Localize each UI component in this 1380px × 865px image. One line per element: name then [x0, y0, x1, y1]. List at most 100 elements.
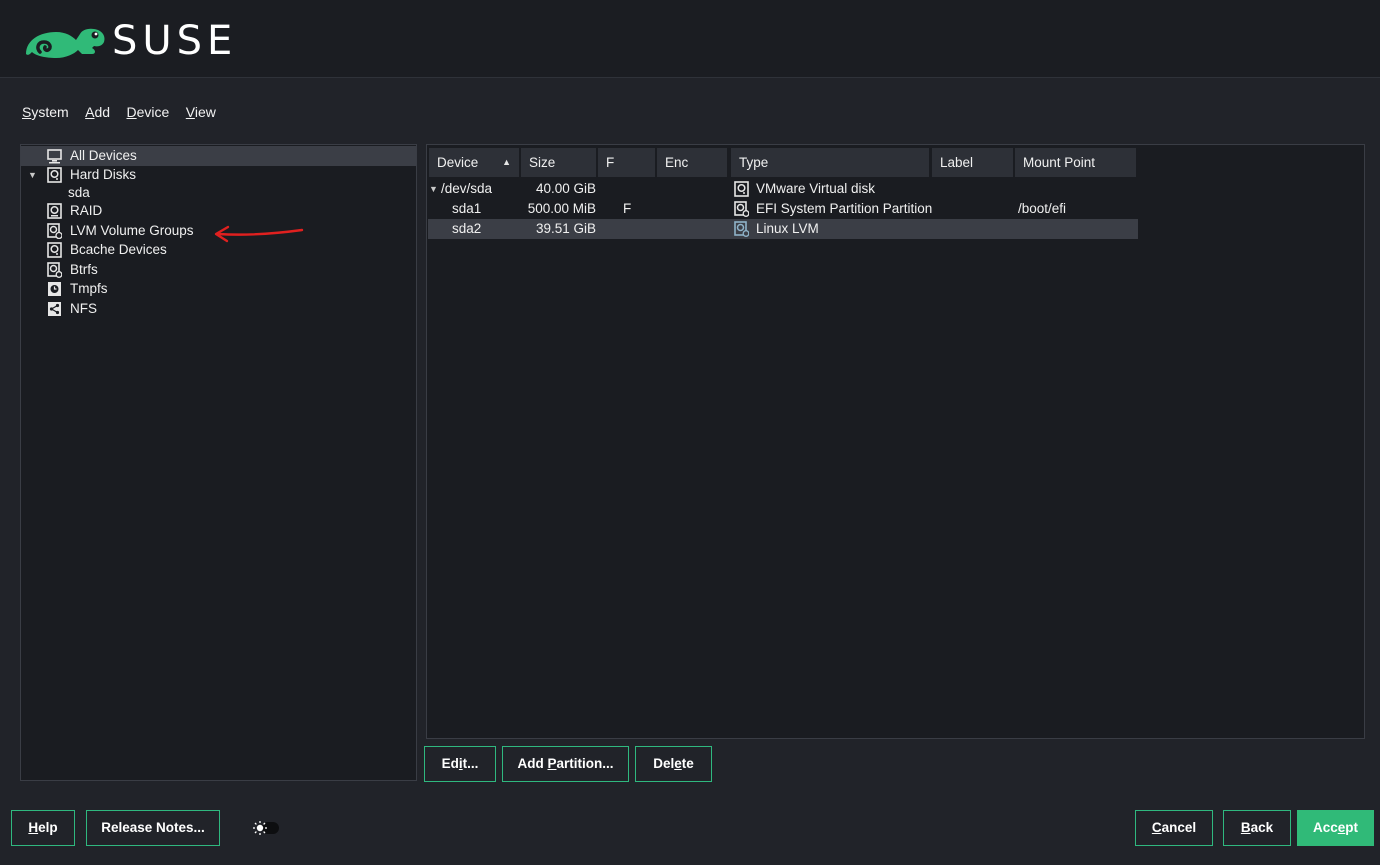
menu-system[interactable]: System	[22, 104, 69, 120]
column-header-label: Type	[739, 155, 769, 170]
add-partition-label-b: artition...	[556, 756, 614, 771]
table-row[interactable]: ▼ /dev/sda 40.00 GiB VMware Virtual disk	[428, 179, 1138, 199]
tree-item-raid[interactable]: RAID	[21, 201, 416, 221]
release-notes-label: Release Notes...	[101, 820, 205, 835]
column-header-enc[interactable]: Enc	[657, 148, 727, 177]
column-header-label: Mount Point	[1023, 155, 1096, 170]
menu-system-mnemonic: S	[22, 104, 32, 120]
add-partition-label-a: Add	[517, 756, 548, 771]
cell-device: sda2	[452, 221, 482, 236]
cell-device: /dev/sda	[441, 181, 493, 196]
disk-icon	[47, 242, 62, 258]
cell-type: VMware Virtual disk	[756, 181, 876, 196]
accept-label-b: pt	[1345, 820, 1359, 835]
device-table[interactable]: Device ▲ Size F Enc Type Label Mount Poi…	[426, 144, 1365, 739]
column-header-label: Size	[529, 155, 556, 170]
cell-mount-point: /boot/efi	[1018, 201, 1067, 216]
delete-button[interactable]: Delete	[635, 746, 712, 782]
disk-icon	[734, 181, 749, 197]
edit-button[interactable]: Edit...	[424, 746, 496, 782]
tree-item-hard-disks[interactable]: ▼ Hard Disks	[21, 165, 416, 185]
btrfs-icon	[47, 262, 62, 278]
tree-item-sda[interactable]: sda	[21, 183, 416, 203]
table-row-selected[interactable]: sda2 39.51 GiB Linux LVM	[428, 219, 1138, 239]
delete-mnemonic: e	[674, 756, 682, 771]
edit-label-a: Ed	[441, 756, 459, 771]
menu-add[interactable]: Add	[85, 104, 110, 120]
menu-view[interactable]: View	[186, 104, 216, 120]
sun-toggle-icon[interactable]	[250, 819, 280, 837]
menu-bar: System Add Device View	[22, 104, 228, 124]
tree-item-label: NFS	[70, 301, 97, 316]
raid-icon	[47, 203, 62, 219]
help-button[interactable]: Help	[11, 810, 75, 846]
column-header-label-text: Label	[940, 155, 974, 170]
cell-type: EFI System Partition Partition	[756, 201, 933, 216]
menu-add-rest: dd	[94, 104, 111, 120]
cell-size: 39.51 GiB	[535, 221, 596, 236]
menu-view-rest: iew	[194, 104, 216, 120]
tree-item-label: RAID	[70, 203, 103, 218]
back-mnemonic: B	[1240, 820, 1251, 835]
cancel-button[interactable]: Cancel	[1135, 810, 1213, 846]
monitor-icon	[47, 149, 62, 164]
delete-label-b: te	[681, 756, 694, 771]
back-label: ack	[1250, 820, 1274, 835]
accept-label-a: Acc	[1312, 820, 1338, 835]
release-notes-button[interactable]: Release Notes...	[86, 810, 220, 846]
expand-arrow-icon[interactable]: ▼	[28, 165, 37, 185]
menu-device[interactable]: Device	[127, 104, 170, 120]
cell-device: sda1	[452, 201, 482, 216]
chameleon-logo-icon	[26, 28, 105, 58]
menu-device-rest: evice	[136, 104, 170, 120]
cell-f: F	[623, 201, 632, 216]
tree-item-label: Hard Disks	[70, 167, 137, 182]
tree-item-tmpfs[interactable]: Tmpfs	[21, 279, 416, 299]
cell-type: Linux LVM	[756, 221, 819, 236]
tmpfs-icon	[48, 282, 61, 296]
add-partition-button[interactable]: Add Partition...	[502, 746, 629, 782]
tree-item-label: Bcache Devices	[70, 242, 167, 257]
tree-item-label: Tmpfs	[70, 281, 108, 296]
delete-label-a: Del	[653, 756, 675, 771]
tree-item-label: Btrfs	[70, 262, 98, 277]
accept-button[interactable]: Accept	[1297, 810, 1374, 846]
help-label: elp	[38, 820, 58, 835]
help-mnemonic: H	[28, 820, 39, 835]
column-header-type[interactable]: Type	[731, 148, 929, 177]
tree-item-all-devices[interactable]: All Devices	[21, 146, 416, 166]
cancel-label: ancel	[1161, 820, 1197, 835]
brand-name: SUSE	[112, 18, 238, 64]
disk-icon	[47, 167, 62, 183]
column-header-label: Enc	[665, 155, 689, 170]
column-header-mount-point[interactable]: Mount Point	[1015, 148, 1136, 177]
column-header-label[interactable]: Label	[932, 148, 1013, 177]
column-header-label: F	[606, 155, 615, 170]
column-header-device[interactable]: Device ▲	[429, 148, 519, 177]
header-bar: SUSE	[0, 0, 1380, 78]
column-header-f[interactable]: F	[598, 148, 655, 177]
edit-label-b: t...	[462, 756, 479, 771]
cell-size: 40.00 GiB	[535, 181, 596, 196]
back-button[interactable]: Back	[1223, 810, 1291, 846]
menu-device-mnemonic: D	[126, 104, 137, 120]
tree-item-nfs[interactable]: NFS	[21, 299, 416, 319]
sort-ascending-icon: ▲	[502, 157, 511, 167]
partition-icon	[734, 201, 749, 217]
column-header-size[interactable]: Size	[521, 148, 596, 177]
lvm-icon	[47, 223, 62, 239]
tree-item-label: sda	[68, 185, 90, 200]
cancel-mnemonic: C	[1151, 820, 1162, 835]
tree-item-label: LVM Volume Groups	[70, 223, 194, 238]
red-arrow-annotation-icon	[214, 225, 304, 243]
expand-arrow-icon[interactable]: ▼	[429, 179, 438, 199]
tree-item-label: All Devices	[70, 148, 137, 163]
menu-view-mnemonic: V	[185, 104, 195, 120]
tree-item-btrfs[interactable]: Btrfs	[21, 260, 416, 280]
add-partition-mnemonic: P	[547, 756, 557, 771]
lvm-partition-icon	[734, 221, 749, 237]
table-row[interactable]: sda1 500.00 MiB F EFI System Partition P…	[428, 199, 1138, 219]
menu-system-rest: ystem	[31, 104, 69, 120]
nfs-share-icon	[48, 302, 61, 316]
cell-size: 500.00 MiB	[527, 201, 596, 216]
